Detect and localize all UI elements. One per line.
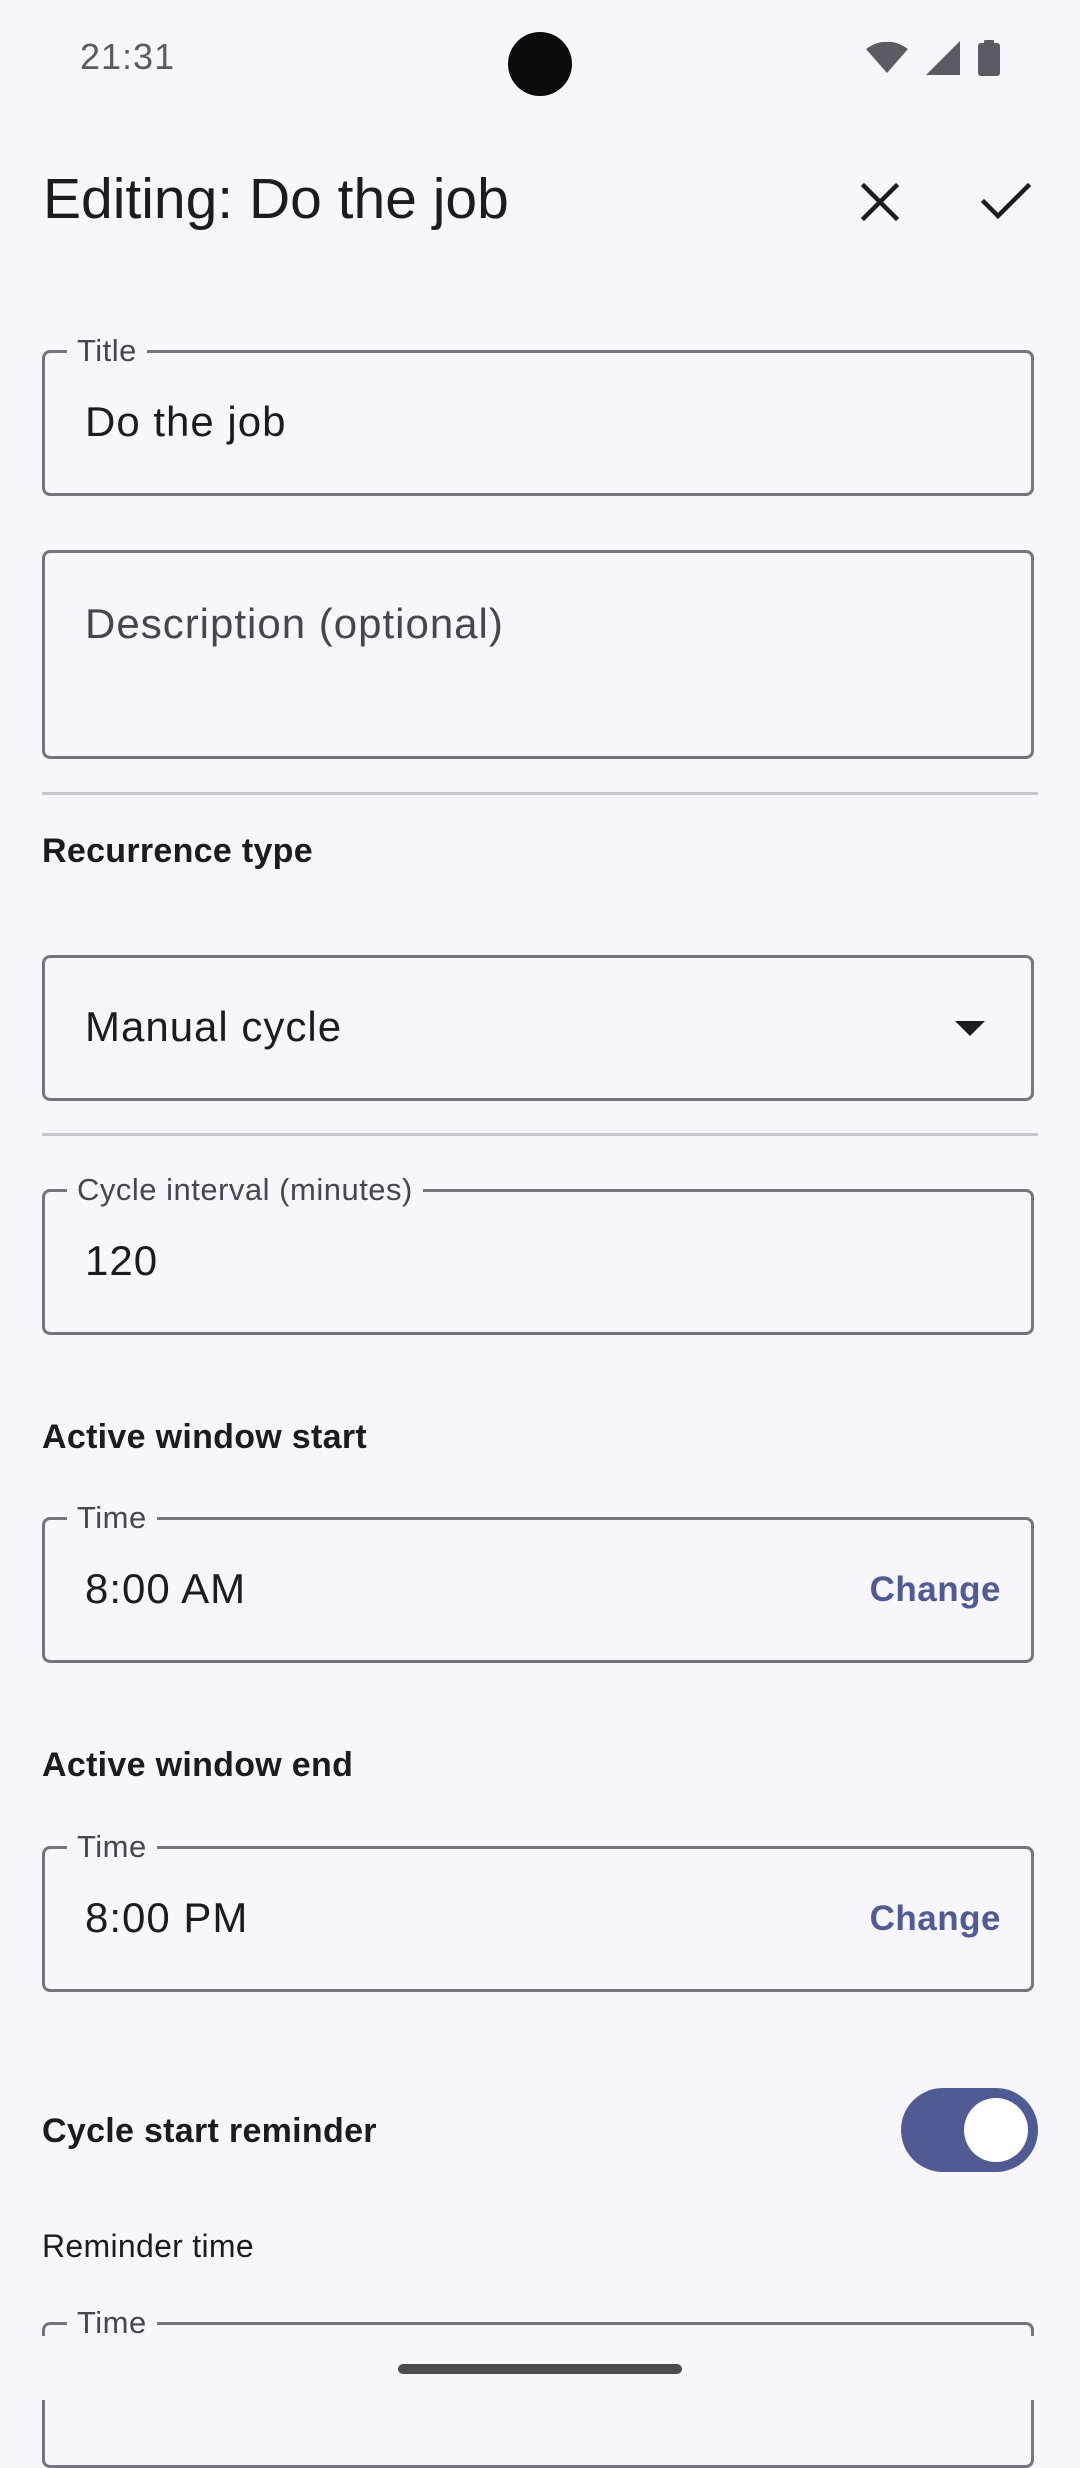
window-end-time-value: 8:00 PM xyxy=(85,1894,249,1941)
cell-signal-icon xyxy=(926,41,960,75)
reminder-time-label: Reminder time xyxy=(42,2228,254,2264)
camera-cutout xyxy=(508,32,572,96)
home-indicator[interactable] xyxy=(398,2364,682,2374)
title-field-value: Do the job xyxy=(85,398,287,445)
cycle-start-reminder-toggle[interactable] xyxy=(901,2088,1038,2172)
window-end-change-button[interactable]: Change xyxy=(870,1899,1001,1939)
window-start-time-field: Time 8:00 AM Change xyxy=(42,1501,1034,1663)
status-icons xyxy=(866,40,1000,76)
description-placeholder: Description (optional) xyxy=(85,600,504,647)
cycle-start-reminder-label: Cycle start reminder xyxy=(42,2112,377,2150)
recurrence-type-dropdown[interactable]: Manual cycle xyxy=(42,955,1034,1101)
battery-icon xyxy=(978,40,1000,76)
close-button[interactable] xyxy=(832,154,928,250)
window-start-time-value: 8:00 AM xyxy=(85,1565,247,1612)
toggle-knob xyxy=(964,2098,1028,2162)
description-field[interactable]: Description (optional) xyxy=(42,550,1034,759)
status-time: 21:31 xyxy=(80,36,176,77)
cycle-interval-field[interactable]: Cycle interval (minutes) 120 xyxy=(42,1173,1034,1335)
cycle-interval-value: 120 xyxy=(85,1237,159,1284)
wifi-icon xyxy=(866,42,908,73)
cycle-interval-label: Cycle interval (minutes) xyxy=(67,1173,423,1207)
window-start-time-label: Time xyxy=(67,1501,157,1535)
recurrence-type-label: Recurrence type xyxy=(42,832,313,870)
divider xyxy=(42,1133,1038,1136)
window-end-time-label: Time xyxy=(67,1830,157,1864)
save-button[interactable] xyxy=(958,154,1054,250)
window-end-time-field: Time 8:00 PM Change xyxy=(42,1830,1034,1992)
dropdown-arrow-icon xyxy=(955,1021,985,1036)
close-icon xyxy=(860,182,900,222)
check-icon xyxy=(981,182,1031,220)
title-field-label: Title xyxy=(67,334,147,368)
active-window-end-label: Active window end xyxy=(42,1746,354,1784)
divider xyxy=(42,792,1038,795)
active-window-start-label: Active window start xyxy=(42,1418,367,1456)
recurrence-type-value: Manual cycle xyxy=(85,1003,343,1050)
reminder-time-field-label: Time xyxy=(67,2306,157,2340)
window-start-change-button[interactable]: Change xyxy=(870,1570,1001,1610)
page-title: Editing: Do the job xyxy=(43,167,509,231)
title-field[interactable]: Title Do the job xyxy=(42,334,1034,496)
